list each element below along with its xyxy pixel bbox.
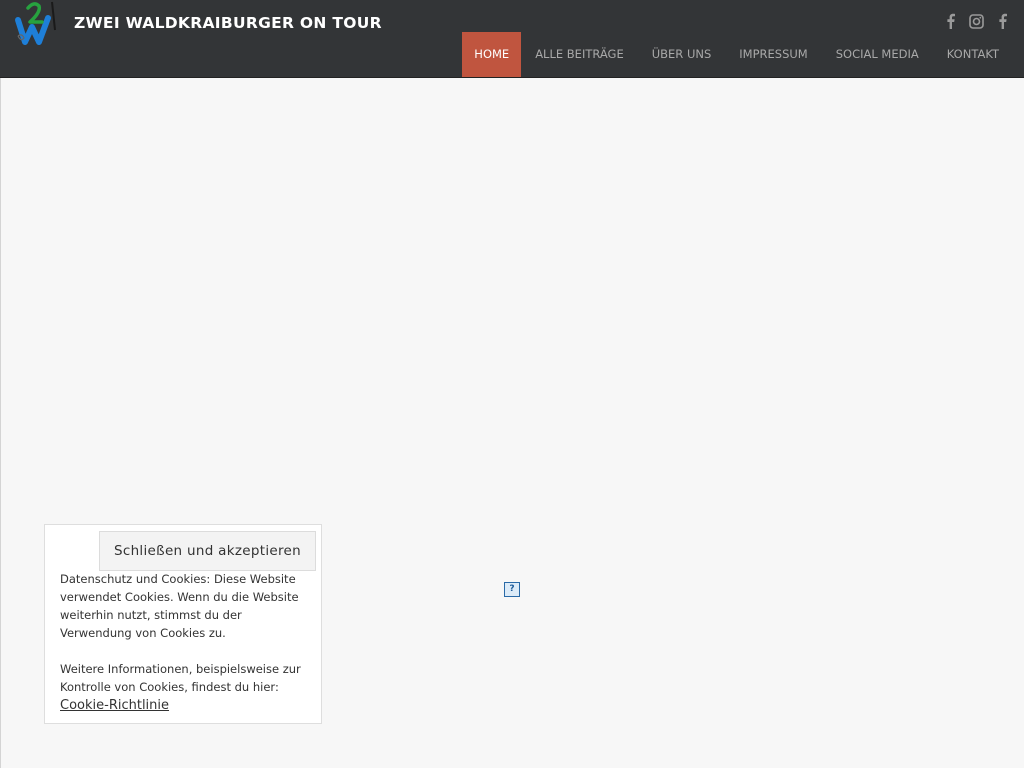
- cookie-banner: Schließen und akzeptieren Datenschutz un…: [44, 524, 322, 724]
- nav-item-kontakt[interactable]: KONTAKT: [933, 32, 1013, 77]
- accept-cookies-button[interactable]: Schließen und akzeptieren: [99, 531, 316, 571]
- social-links: [942, 12, 1010, 30]
- cookie-policy-link[interactable]: Cookie-Richtlinie: [60, 697, 169, 715]
- broken-image-icon: ?: [504, 582, 520, 597]
- nav-item-alle-beitraege[interactable]: ALLE BEITRÄGE: [521, 32, 638, 77]
- cookie-info-paragraph: Weitere Informationen, beispielsweise zu…: [60, 662, 301, 694]
- site-header: ZWEI WALDKRAIBURGER ON TOUR HOME ALLE BE…: [0, 0, 1024, 78]
- nav-item-ueber-uns[interactable]: ÜBER UNS: [638, 32, 726, 77]
- site-logo[interactable]: [12, 0, 60, 48]
- facebook-icon[interactable]: [994, 12, 1010, 30]
- nav-item-social-media[interactable]: SOCIAL MEDIA: [822, 32, 933, 77]
- nav-item-impressum[interactable]: IMPRESSUM: [725, 32, 821, 77]
- logo-icon: [15, 1, 56, 45]
- facebook-icon[interactable]: [942, 12, 958, 30]
- site-title[interactable]: ZWEI WALDKRAIBURGER ON TOUR: [74, 14, 382, 32]
- cookie-notice-text: Datenschutz und Cookies: Diese Website v…: [60, 570, 316, 715]
- instagram-icon[interactable]: [968, 12, 984, 30]
- main-nav: HOME ALLE BEITRÄGE ÜBER UNS IMPRESSUM SO…: [462, 32, 1013, 77]
- nav-item-home[interactable]: HOME: [462, 32, 522, 77]
- cookie-notice-paragraph: Datenschutz und Cookies: Diese Website v…: [60, 572, 299, 640]
